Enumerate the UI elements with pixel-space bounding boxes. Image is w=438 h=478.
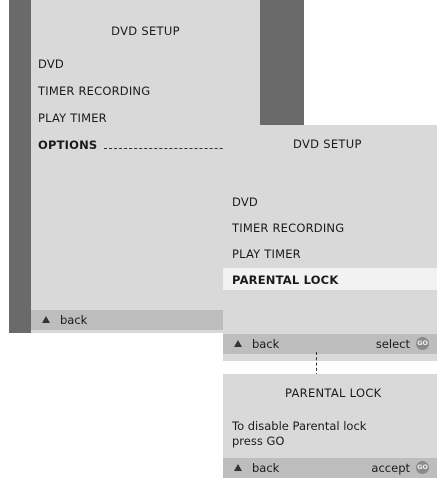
dialog-bottom-bar: back accept GO: [223, 458, 437, 478]
back-label[interactable]: back: [252, 461, 279, 475]
back-arrow-icon: [42, 316, 50, 323]
dialog-message-line-2: press GO: [232, 434, 285, 448]
accept-label[interactable]: accept: [371, 461, 410, 475]
go-button-icon[interactable]: GO: [416, 461, 429, 474]
menu-title: DVD SETUP: [111, 24, 180, 38]
back-arrow-icon: [234, 340, 242, 347]
submenu-bottom-bar: back select GO: [223, 334, 437, 354]
menu-item-play-timer[interactable]: PLAY TIMER: [38, 111, 107, 125]
go-button-icon[interactable]: GO: [416, 337, 429, 350]
submenu-item-timer-recording[interactable]: TIMER RECORDING: [232, 221, 344, 235]
submenu-item-dvd[interactable]: DVD: [232, 195, 258, 209]
left-side-bar: [9, 0, 31, 333]
submenu-title: DVD SETUP: [293, 137, 362, 151]
dialog-message-line-1: To disable Parental lock: [232, 419, 367, 433]
back-label[interactable]: back: [252, 337, 279, 351]
menu-item-options[interactable]: OPTIONS: [38, 138, 97, 152]
menu-item-timer-recording[interactable]: TIMER RECORDING: [38, 84, 150, 98]
select-label[interactable]: select: [376, 337, 410, 351]
back-arrow-icon: [234, 464, 242, 471]
parental-lock-dialog: PARENTAL LOCK To disable Parental lock p…: [223, 374, 437, 478]
submenu-item-play-timer[interactable]: PLAY TIMER: [232, 247, 301, 261]
dvd-setup-options-menu: DVD SETUP DVD TIMER RECORDING PLAY TIMER…: [223, 125, 437, 361]
back-label[interactable]: back: [60, 313, 87, 327]
dialog-title: PARENTAL LOCK: [285, 386, 382, 400]
submenu-item-parental-lock[interactable]: PARENTAL LOCK: [232, 273, 338, 287]
menu-item-dvd[interactable]: DVD: [38, 57, 64, 71]
dialog-message: To disable Parental lock press GO: [232, 419, 366, 449]
